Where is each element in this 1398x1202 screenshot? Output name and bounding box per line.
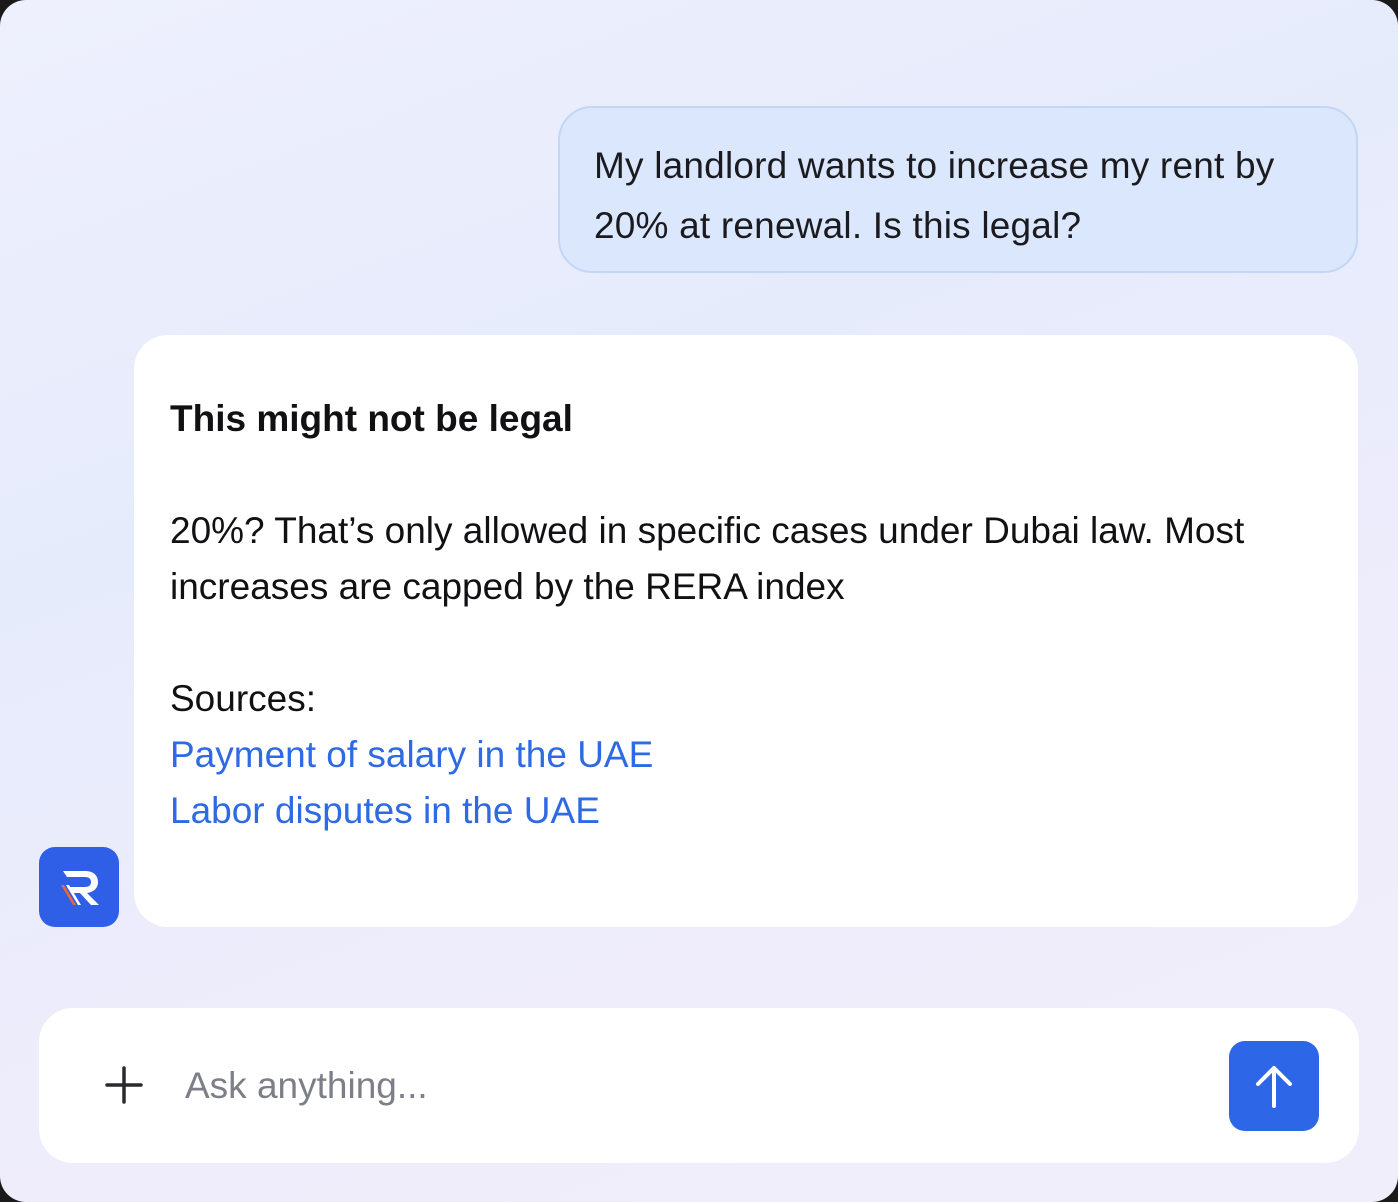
r-logo-icon	[61, 871, 99, 905]
arrow-up-icon	[1256, 1066, 1292, 1108]
plus-icon	[105, 1066, 143, 1104]
user-message-bubble: My landlord wants to increase my rent by…	[558, 106, 1358, 273]
answer-body: 20%? That’s only allowed in specific cas…	[170, 510, 1245, 607]
add-attachment-button[interactable]	[99, 1060, 149, 1110]
ask-input[interactable]	[185, 1052, 1205, 1120]
answer-title: This might not be legal	[170, 398, 573, 439]
sources-label: Sources:	[170, 678, 317, 719]
assistant-message-card: This might not be legal 20%? That’s only…	[134, 335, 1358, 927]
send-button[interactable]	[1229, 1041, 1319, 1131]
chat-window: My landlord wants to increase my rent by…	[0, 0, 1398, 1202]
message-composer	[39, 1008, 1359, 1163]
source-link-labor-disputes[interactable]: Labor disputes in the UAE	[170, 783, 1322, 839]
user-message-text: My landlord wants to increase my rent by…	[594, 145, 1275, 246]
source-link-salary[interactable]: Payment of salary in the UAE	[170, 727, 1322, 783]
assistant-avatar	[39, 847, 119, 927]
